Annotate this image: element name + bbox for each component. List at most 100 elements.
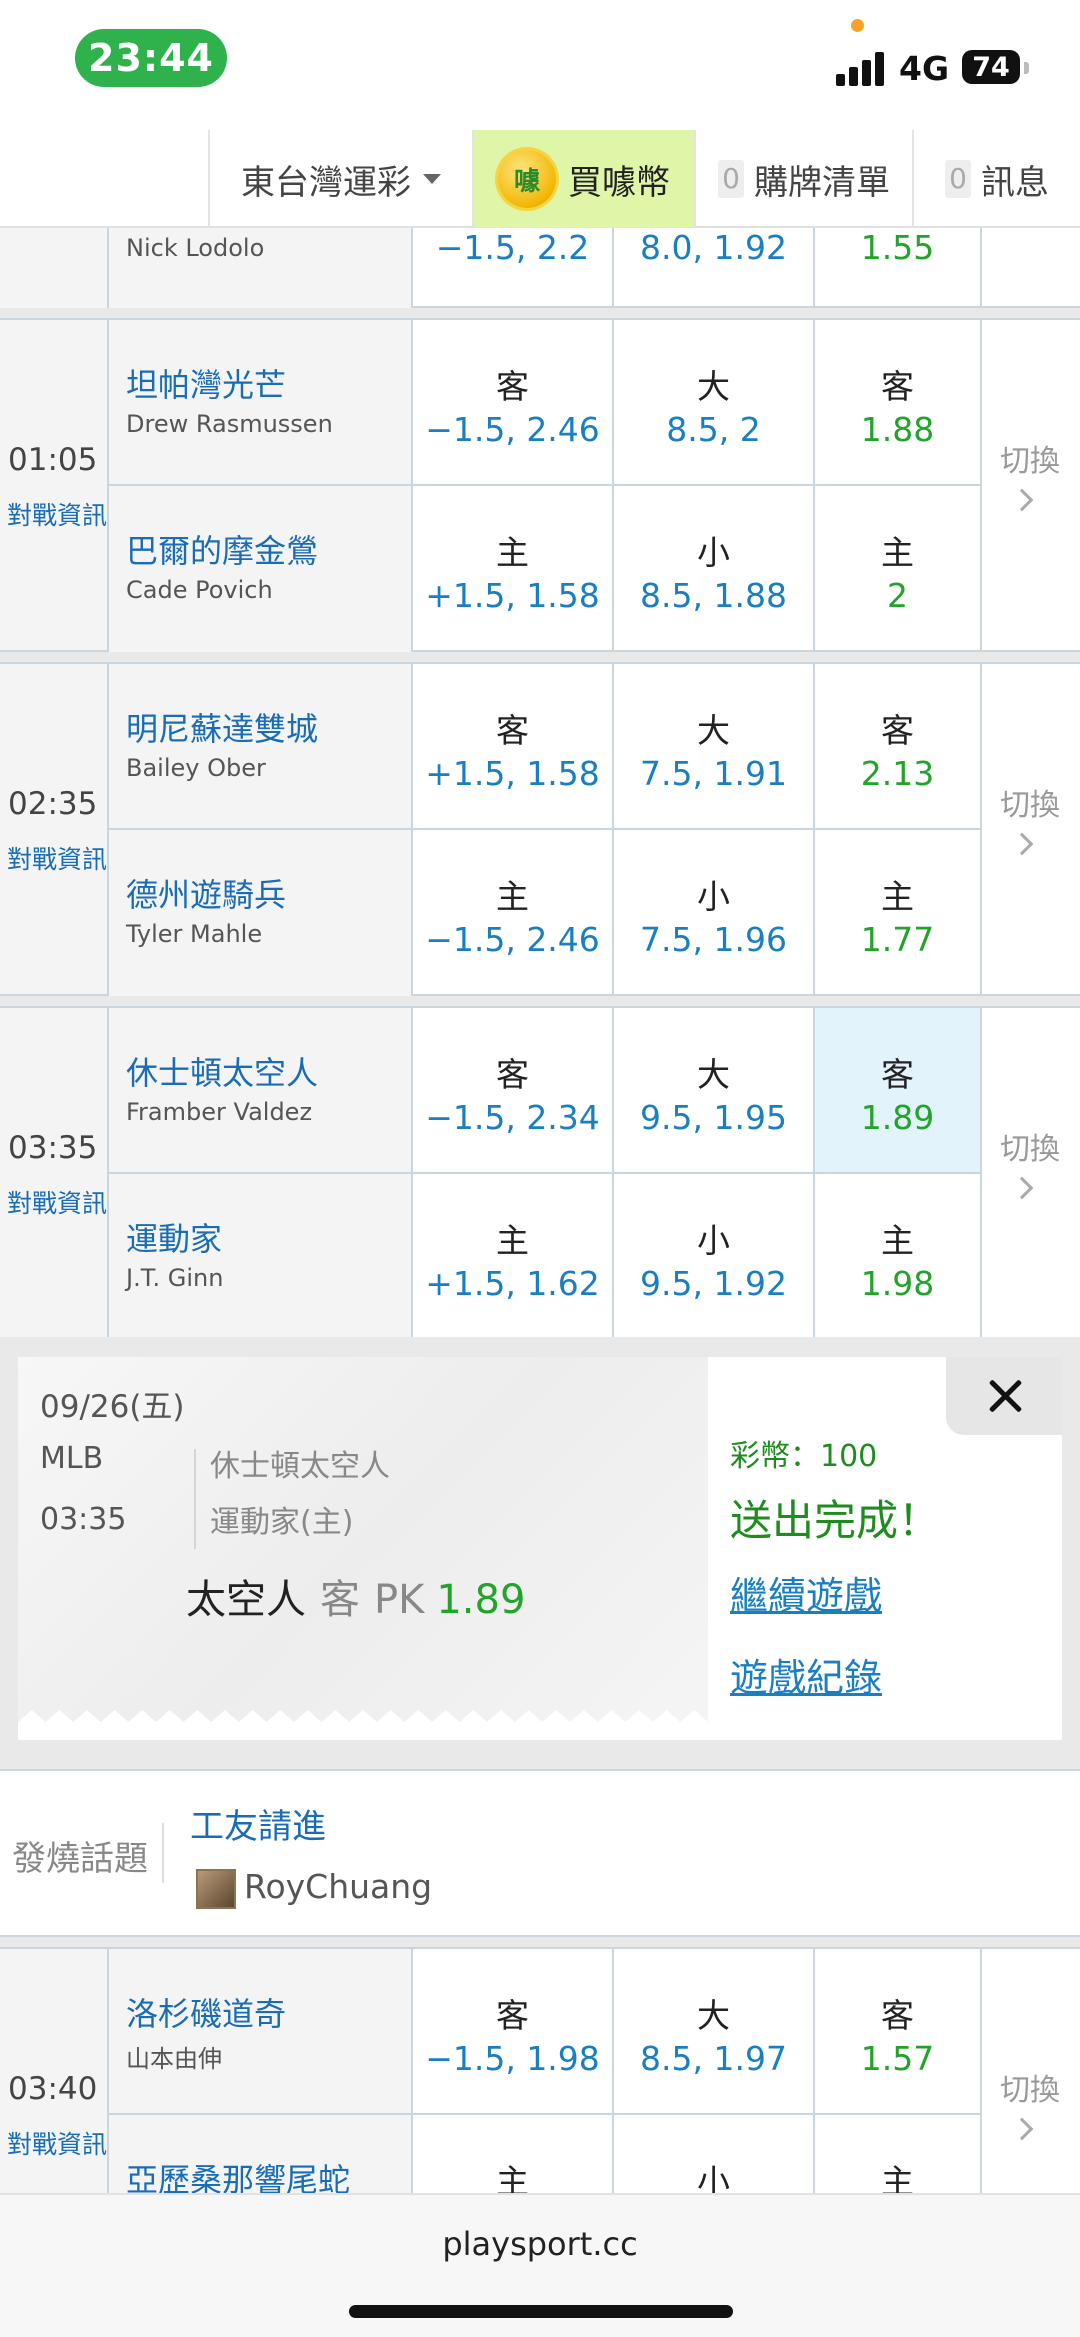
spread-side-label: 客 bbox=[496, 367, 529, 406]
buy-coins-tab[interactable]: 噱 買噱幣 bbox=[472, 130, 694, 228]
total-odds-cell[interactable]: 大 9.5, 1.95 bbox=[614, 1008, 815, 1172]
total-odds-cell[interactable]: 大 8.5, 1.97 bbox=[614, 1949, 815, 2113]
moneyline-side-label: 客 bbox=[881, 367, 914, 406]
partial-game-row: Nick Lodolo −1.5, 2.2 8.0, 1.92 1.55 bbox=[0, 228, 1080, 308]
team-name-link[interactable]: 休士頓太空人 bbox=[126, 1048, 318, 1094]
away-row: 休士頓太空人 Framber Valdez 客 −1.5, 2.34 大 9.5… bbox=[109, 1008, 982, 1174]
ticket-time: 03:35 bbox=[40, 1502, 127, 1537]
moneyline-value: 1.88 bbox=[860, 410, 935, 449]
spread-side-label: 客 bbox=[496, 1996, 529, 2035]
total-odds-cell[interactable]: 大 7.5, 1.91 bbox=[614, 664, 815, 828]
switch-button[interactable]: 切換 bbox=[982, 320, 1080, 650]
spread-value: −1.5, 2.34 bbox=[425, 1098, 600, 1137]
region-label: 東台灣運彩 bbox=[241, 162, 411, 203]
total-odds-cell[interactable]: 大 8.5, 2 bbox=[614, 320, 815, 484]
total-side-label: 大 bbox=[697, 1055, 730, 1094]
team-name-link[interactable]: 明尼蘇達雙城 bbox=[126, 704, 318, 750]
total-value: 9.5, 1.95 bbox=[640, 1098, 787, 1137]
switch-button[interactable]: 切換 bbox=[982, 1008, 1080, 1338]
team-name-link[interactable]: 坦帕灣光芒 bbox=[126, 360, 286, 406]
spread-odds-cell[interactable]: 客 +1.5, 1.58 bbox=[413, 664, 614, 828]
spread-odds-cell[interactable]: 客 −1.5, 2.34 bbox=[413, 1008, 614, 1172]
away-row: 坦帕灣光芒 Drew Rasmussen 客 −1.5, 2.46 大 8.5,… bbox=[109, 320, 982, 486]
continue-game-link[interactable]: 繼續遊戲 bbox=[730, 1565, 882, 1620]
pitcher-name: Bailey Ober bbox=[126, 754, 266, 782]
battery-icon: 74 bbox=[962, 50, 1020, 84]
total-side-label: 大 bbox=[697, 367, 730, 406]
spread-odds-cell[interactable]: 主 +1.5, 1.62 bbox=[413, 1174, 614, 1340]
bet-confirmation-area: 09/26(五) MLB 03:35 休士頓太空人 運動家(主) 太空人客 PK 1… bbox=[0, 1337, 1080, 1769]
team-name-link[interactable]: 德州遊騎兵 bbox=[126, 870, 286, 916]
matchup-info-link[interactable]: 對戰資訊 bbox=[7, 840, 107, 876]
spread-odds-cell[interactable]: 客 −1.5, 2.46 bbox=[413, 320, 614, 484]
messages-count-badge: 0 bbox=[945, 160, 971, 198]
team-name-link[interactable]: 洛杉磯道奇 bbox=[126, 1989, 286, 2035]
caret-down-icon bbox=[423, 174, 441, 184]
moneyline-odds-cell[interactable]: 客 2.13 bbox=[815, 664, 982, 828]
pitcher-name: Framber Valdez bbox=[126, 1098, 313, 1126]
region-dropdown[interactable]: 東台灣運彩 bbox=[208, 130, 472, 228]
status-time: 23:44 bbox=[75, 29, 227, 87]
moneyline-odds-cell-selected[interactable]: 客 1.89 bbox=[815, 1008, 982, 1172]
chevron-right-icon bbox=[1010, 2117, 1034, 2141]
switch-label: 切換 bbox=[1000, 1132, 1060, 1167]
buy-coins-label: 買噱幣 bbox=[568, 162, 670, 203]
cart-label: 購牌清單 bbox=[754, 162, 890, 203]
moneyline-odds-cell[interactable]: 主 1.98 bbox=[815, 1174, 982, 1340]
switch-label: 切換 bbox=[1000, 2073, 1060, 2108]
total-side-label: 小 bbox=[697, 533, 730, 572]
team-name-link[interactable]: 巴爾的摩金鶯 bbox=[126, 526, 318, 572]
matchup-info-link[interactable]: 對戰資訊 bbox=[7, 1184, 107, 1220]
status-bar: 23:44 4G 74 bbox=[0, 0, 1080, 120]
spread-odds-cell[interactable]: 客 −1.5, 1.98 bbox=[413, 1949, 614, 2113]
moneyline-odds-cell[interactable]: 主 2 bbox=[815, 486, 982, 652]
team-cell: 明尼蘇達雙城 Bailey Ober bbox=[109, 664, 413, 828]
browser-url-bar[interactable]: playsport.cc bbox=[0, 2193, 1080, 2337]
spread-odds-cell[interactable]: 主 +1.5, 1.58 bbox=[413, 486, 614, 652]
spread-value: −1.5, 2.46 bbox=[425, 920, 600, 959]
messages-tab[interactable]: 0 訊息 bbox=[912, 130, 1080, 228]
pick-team: 太空人 bbox=[186, 1577, 306, 1623]
spread-odds-cell[interactable]: −1.5, 2.2 bbox=[413, 228, 614, 308]
matchup-info-link[interactable]: 對戰資訊 bbox=[7, 2125, 107, 2161]
moneyline-value: 1.57 bbox=[860, 2039, 935, 2078]
total-odds-cell[interactable]: 8.0, 1.92 bbox=[614, 228, 815, 308]
spread-value: −1.5, 2.2 bbox=[435, 228, 590, 267]
home-indicator[interactable] bbox=[349, 2305, 733, 2318]
time-column: 02:35 對戰資訊 bbox=[0, 664, 109, 994]
coins-amount: 彩幣：100 bbox=[730, 1439, 878, 1474]
moneyline-value: 2.13 bbox=[860, 754, 935, 793]
ticket-league: MLB bbox=[40, 1441, 104, 1476]
pitcher-name: 山本由伸 bbox=[126, 2045, 222, 2073]
team-cell: 運動家 J.T. Ginn bbox=[109, 1174, 413, 1340]
moneyline-side-label: 主 bbox=[881, 877, 914, 916]
moneyline-odds-cell[interactable]: 主 1.77 bbox=[815, 830, 982, 996]
team-name-link[interactable]: 運動家 bbox=[126, 1214, 222, 1260]
game-history-link[interactable]: 遊戲紀錄 bbox=[730, 1647, 882, 1702]
hot-topic-username[interactable]: RoyChuang bbox=[244, 1867, 432, 1906]
moneyline-odds-cell[interactable]: 客 1.57 bbox=[815, 1949, 982, 2113]
matchup-info-link[interactable]: 對戰資訊 bbox=[7, 496, 107, 532]
cart-tab[interactable]: 0 購牌清單 bbox=[694, 130, 912, 228]
total-value: 7.5, 1.91 bbox=[640, 754, 787, 793]
mic-indicator-dot bbox=[851, 19, 864, 32]
pitcher-name: Tyler Mahle bbox=[126, 920, 263, 948]
moneyline-odds-cell[interactable]: 客 1.88 bbox=[815, 320, 982, 484]
close-button[interactable] bbox=[946, 1357, 1062, 1435]
time-column: 01:05 對戰資訊 bbox=[0, 320, 109, 650]
total-value: 8.5, 1.97 bbox=[640, 2039, 787, 2078]
moneyline-odds-cell[interactable]: 1.55 bbox=[815, 228, 982, 308]
total-odds-cell[interactable]: 小 8.5, 1.88 bbox=[614, 486, 815, 652]
total-odds-cell[interactable]: 小 9.5, 1.92 bbox=[614, 1174, 815, 1340]
switch-button[interactable]: 切換 bbox=[982, 664, 1080, 994]
moneyline-side-label: 客 bbox=[881, 1055, 914, 1094]
spread-odds-cell[interactable]: 主 −1.5, 2.46 bbox=[413, 830, 614, 996]
hot-topic-title-link[interactable]: 工友請進 bbox=[190, 1799, 326, 1848]
user-avatar bbox=[196, 1869, 236, 1909]
ticket-home-team: 運動家(主) bbox=[210, 1505, 354, 1540]
pitcher-name: Nick Lodolo bbox=[126, 234, 265, 262]
total-value: 8.0, 1.92 bbox=[640, 228, 787, 267]
ticket-divider bbox=[194, 1449, 196, 1549]
chevron-right-icon bbox=[1010, 832, 1034, 856]
total-odds-cell[interactable]: 小 7.5, 1.96 bbox=[614, 830, 815, 996]
